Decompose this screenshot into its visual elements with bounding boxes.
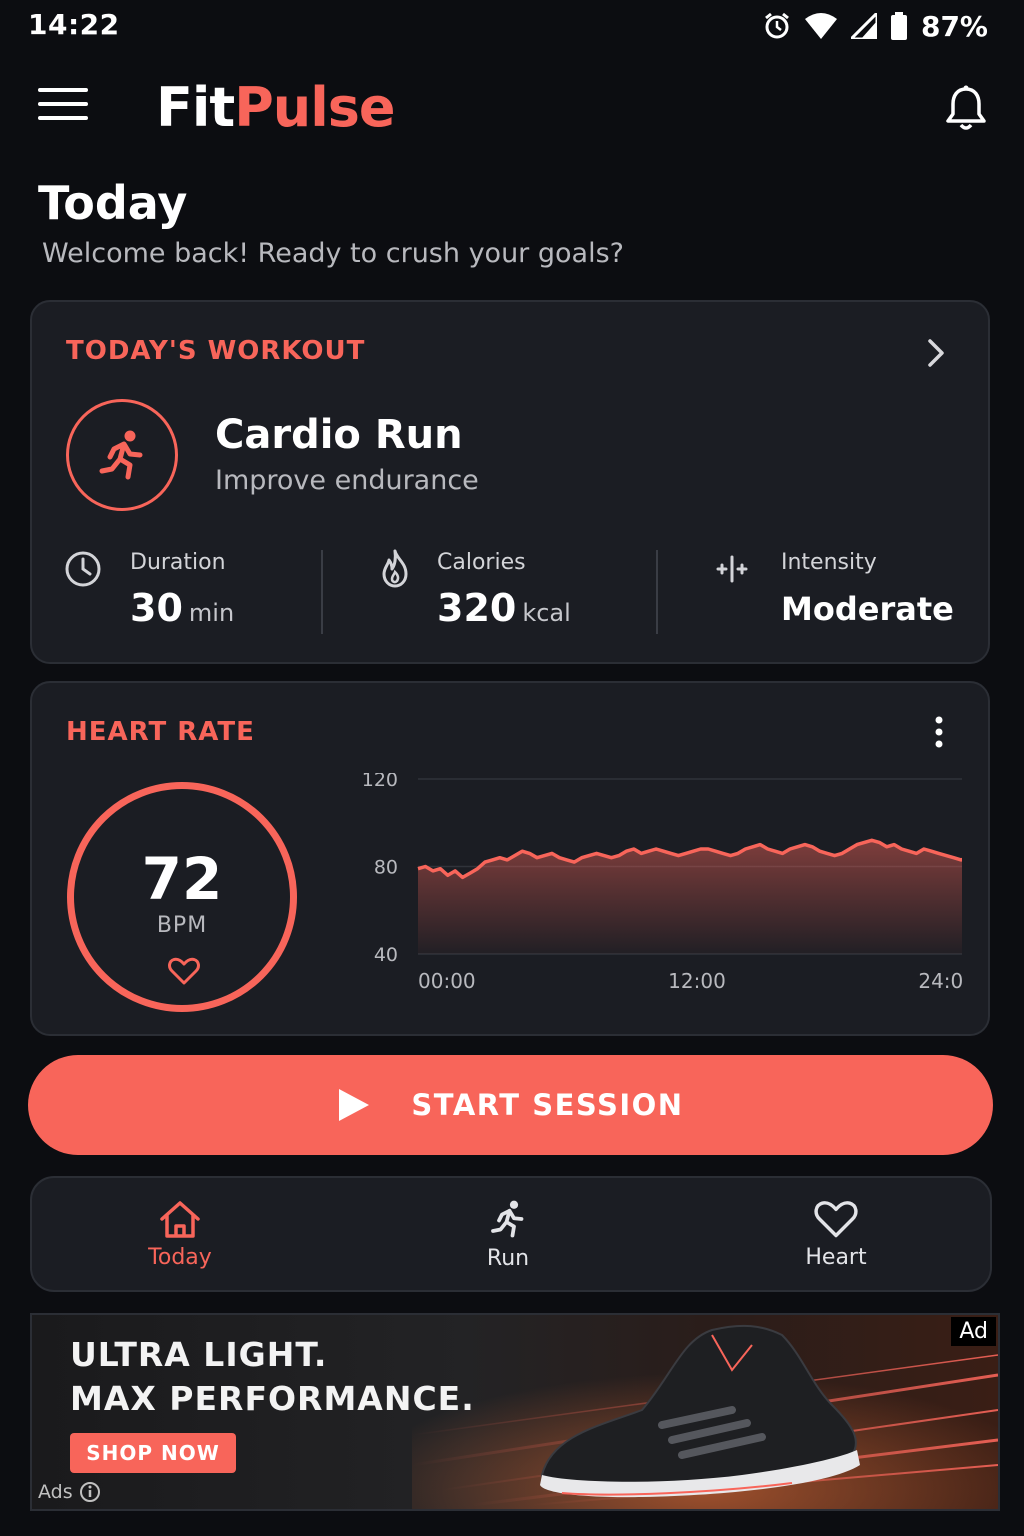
stat-divider [656,550,658,634]
play-icon [339,1089,370,1121]
run-icon [491,1200,524,1237]
battery-icon [890,12,907,40]
calories-value: 320 [437,586,517,630]
ad-headline-line1: ULTRA LIGHT. [70,1335,328,1374]
bpm-value: 72 [141,845,223,913]
ad-headline-line2: MAX PERFORMANCE. [70,1379,475,1418]
ad-badge: Ad [951,1317,996,1346]
nav-label-run: Run [486,1245,530,1271]
stat-label-duration: Duration [130,550,226,575]
todays-workout-card[interactable]: TODAY'S WORKOUT Cardio Run Improve endur… [30,300,990,664]
stat-value-duration: 30 min [130,586,234,630]
alarm-icon [765,12,789,39]
page-subtitle: Welcome back! Ready to crush your goals? [42,238,624,269]
chevron-right-icon[interactable] [926,338,946,368]
workout-description: Improve endurance [215,465,479,496]
wifi-icon [804,13,837,39]
signal-icon [850,13,877,39]
notification-bell-icon[interactable] [944,84,988,132]
page-title: Today [38,176,188,230]
status-icons: 87% [763,8,988,44]
stat-value-calories: 320 kcal [437,586,571,630]
battery-percent: 87% [920,9,988,43]
shop-now-button[interactable]: SHOP NOW [70,1433,236,1473]
ads-label: Ads [38,1481,73,1503]
nav-label-heart: Heart [805,1244,867,1270]
logo-text-fit: Fit [156,76,235,139]
calories-unit: kcal [522,599,571,627]
clock-icon [65,551,101,587]
y-tick-label: 80 [374,857,398,879]
start-session-button[interactable]: START SESSION [28,1055,993,1155]
bpm-unit: BPM [156,913,208,938]
workout-section-title: TODAY'S WORKOUT [66,336,366,366]
y-tick-label: 120 [362,773,398,791]
bpm-gauge: 72 BPM [67,782,297,1012]
nav-item-run[interactable]: Run [398,1178,618,1290]
status-time: 14:22 [28,8,120,41]
menu-icon[interactable] [38,88,92,128]
duration-value: 30 [130,586,183,630]
stat-label-intensity: Intensity [781,550,877,575]
home-icon [160,1200,200,1238]
x-tick-label: 12:00 [668,969,726,993]
nav-item-heart[interactable]: Heart [726,1178,946,1290]
more-options-icon[interactable] [934,715,944,749]
stat-divider [321,550,323,634]
runner-icon [99,430,143,480]
heart-rate-chart: 120 80 40 00:00 12:00 24:00 [362,773,962,993]
bottom-navigation: Today Run Heart [30,1176,992,1292]
ads-info[interactable]: Ads [38,1481,101,1503]
x-tick-label: 00:00 [418,969,476,993]
stat-value-intensity: Moderate [781,590,954,628]
heart-icon [168,957,200,985]
info-icon[interactable] [79,1481,101,1503]
ad-banner[interactable]: ULTRA LIGHT. MAX PERFORMANCE. SHOP NOW A… [30,1313,1000,1511]
heart-rate-card[interactable]: HEART RATE 72 BPM 120 80 40 00:00 12:00 24:00 [30,681,990,1036]
intensity-icon [716,555,748,583]
heart-icon [814,1200,858,1237]
start-session-label: START SESSION [411,1088,684,1122]
x-tick-label: 24:00 [918,969,962,993]
app-logo: FitPulse [156,76,396,139]
nav-item-today[interactable]: Today [70,1178,290,1290]
duration-unit: min [188,599,235,627]
ad-shoe-image [412,1315,998,1509]
workout-run-badge [66,399,178,511]
logo-text-pulse: Pulse [234,76,395,139]
heart-rate-section-title: HEART RATE [66,717,255,747]
nav-label-today: Today [148,1244,212,1270]
workout-name: Cardio Run [215,412,463,458]
y-tick-label: 40 [374,944,398,966]
stat-label-calories: Calories [437,550,526,575]
flame-icon [382,549,408,588]
